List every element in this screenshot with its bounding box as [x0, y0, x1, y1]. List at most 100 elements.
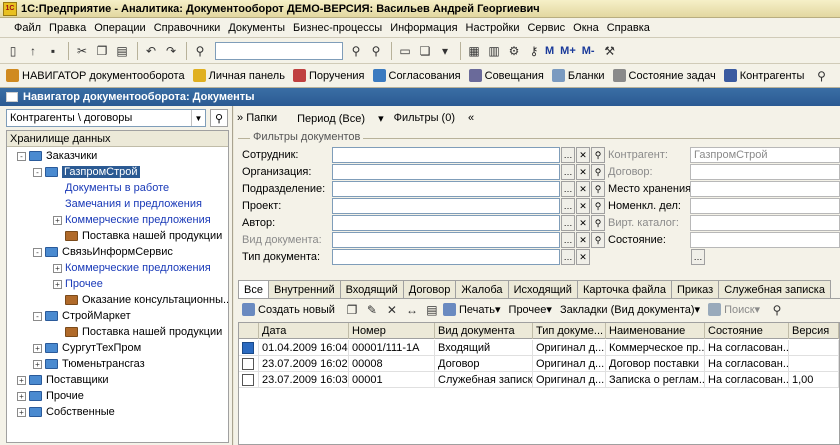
tree-item-commercial-1[interactable]: + Коммерческие предложения: [53, 212, 211, 228]
tree-item-stroymarket[interactable]: - СтройМаркет: [33, 308, 131, 324]
column-state[interactable]: Состояние: [705, 323, 789, 339]
nomenclature-field[interactable]: [690, 198, 840, 214]
contractor-field[interactable]: ГазпромСтрой: [690, 147, 840, 163]
tree-item-own[interactable]: + Собственные: [17, 404, 115, 420]
select-icon[interactable]: …: [561, 232, 575, 248]
tab-file-card[interactable]: Карточка файла: [576, 280, 672, 298]
search-input[interactable]: [215, 41, 343, 60]
memory-minus-button[interactable]: M-: [582, 45, 595, 57]
other-button[interactable]: Прочее ▾: [509, 303, 552, 317]
copy-icon[interactable]: ❐: [343, 301, 361, 319]
column-version[interactable]: Версия: [789, 323, 839, 339]
nav-navigator[interactable]: НАВИГАТОР документооборота: [6, 69, 185, 82]
nav-task-status[interactable]: Состояние задач: [612, 69, 716, 82]
expand-icon[interactable]: +: [17, 375, 26, 385]
folders-toggle[interactable]: » Папки: [237, 112, 287, 124]
bookmarks-button[interactable]: Закладки (Вид документа) ▾: [560, 303, 700, 317]
collapse-icon[interactable]: -: [33, 311, 42, 321]
clear-icon[interactable]: ✕: [576, 215, 590, 231]
tree-item-consulting[interactable]: Оказание консультационны...: [65, 292, 228, 308]
collapse-icon[interactable]: -: [33, 167, 42, 177]
period-dropdown[interactable]: Период (Все) ▾: [297, 112, 384, 125]
select-icon[interactable]: …: [561, 181, 575, 197]
doc-type-field[interactable]: [332, 249, 560, 265]
windows-icon[interactable]: ❏: [416, 42, 434, 60]
state-field[interactable]: [690, 232, 840, 248]
create-new-button[interactable]: Создать новый: [242, 303, 335, 316]
tree-item-suppliers[interactable]: + Поставщики: [17, 372, 109, 388]
tree-item-tyumentransgaz[interactable]: + Тюменьтрансгаз: [33, 356, 145, 372]
column-doc-kind[interactable]: Вид документа: [435, 323, 533, 339]
select-icon[interactable]: …: [561, 198, 575, 214]
tree-item-commercial-2[interactable]: + Коммерческие предложения: [53, 260, 211, 276]
tree-item-others[interactable]: + Прочие: [17, 388, 84, 404]
tab-contract[interactable]: Договор: [402, 280, 457, 298]
calendar-icon[interactable]: ▥: [485, 42, 503, 60]
table-row[interactable]: 01.04.2009 16:04 00001/111-1А Входящий О…: [239, 340, 839, 356]
search-icon[interactable]: ⚲: [591, 164, 605, 180]
memory-plus-button[interactable]: M+: [560, 45, 576, 57]
save-icon[interactable]: ▪: [44, 42, 62, 60]
tree-item-supply-2[interactable]: Поставка нашей продукции: [65, 324, 222, 340]
employee-field[interactable]: [332, 147, 560, 163]
calculator-icon[interactable]: ▦: [465, 42, 483, 60]
nav-approvals[interactable]: Согласования: [372, 69, 461, 82]
search-icon[interactable]: ⚲: [591, 215, 605, 231]
search-icon[interactable]: ⚲: [591, 147, 605, 163]
window-icon[interactable]: ▭: [396, 42, 414, 60]
copy-icon[interactable]: ❐: [93, 42, 111, 60]
menu-service[interactable]: Сервис: [527, 22, 565, 34]
find-icon[interactable]: ⚲: [768, 301, 786, 319]
find-icon[interactable]: ⚲: [347, 42, 365, 60]
menu-info[interactable]: Информация: [390, 22, 457, 34]
select-icon[interactable]: …: [561, 164, 575, 180]
select-icon[interactable]: …: [561, 249, 575, 265]
search-icon[interactable]: ⚲: [591, 198, 605, 214]
hammer-icon[interactable]: ⚒: [601, 42, 619, 60]
menu-windows[interactable]: Окна: [573, 22, 599, 34]
menu-processes[interactable]: Бизнес-процессы: [293, 22, 382, 34]
nav-personal-panel[interactable]: Личная панель: [192, 69, 285, 82]
select-icon[interactable]: …: [691, 249, 705, 265]
chevron-down-icon[interactable]: ▼: [191, 110, 205, 126]
tree-item-remarks[interactable]: Замечания и предложения: [65, 196, 202, 212]
table-row[interactable]: 23.07.2009 16:03 00001 Служебная записка…: [239, 372, 839, 388]
column-name[interactable]: Наименование: [606, 323, 705, 339]
tree-item-gazpromstroy[interactable]: - ГазпромСтрой: [33, 164, 140, 180]
menu-file[interactable]: Файл: [14, 22, 41, 34]
menu-documents[interactable]: Документы: [228, 22, 285, 34]
tree-search-icon[interactable]: ⚲: [210, 109, 228, 127]
doc-kind-field[interactable]: [332, 232, 560, 248]
select-icon[interactable]: …: [561, 147, 575, 163]
list-icon[interactable]: ▤: [423, 301, 441, 319]
menu-operations[interactable]: Операции: [94, 22, 145, 34]
keys-icon[interactable]: ⚷: [525, 42, 543, 60]
column-doc-type[interactable]: Тип докуме...: [533, 323, 606, 339]
column-date[interactable]: Дата: [259, 323, 349, 339]
contractor-selector[interactable]: Контрагенты \ договоры ▼: [6, 109, 206, 127]
table-row[interactable]: 23.07.2009 16:02 00008 Договор Оригинал …: [239, 356, 839, 372]
cut-icon[interactable]: ✂: [73, 42, 91, 60]
department-field[interactable]: [332, 181, 560, 197]
edit-icon[interactable]: ✎: [363, 301, 381, 319]
expand-icon[interactable]: +: [53, 215, 62, 225]
menu-edit[interactable]: Правка: [49, 22, 86, 34]
expand-icon[interactable]: +: [17, 407, 26, 417]
tree-item-docs-in-work[interactable]: Документы в работе: [65, 180, 169, 196]
refresh-icon[interactable]: ↔: [403, 301, 421, 319]
clear-icon[interactable]: ✕: [576, 232, 590, 248]
dropdown-icon[interactable]: ▾: [436, 42, 454, 60]
delete-icon[interactable]: ✕: [383, 301, 401, 319]
binoculars-icon[interactable]: ⚲: [191, 42, 209, 60]
tab-incoming[interactable]: Входящий: [339, 280, 404, 298]
clear-icon[interactable]: ✕: [576, 198, 590, 214]
menu-help[interactable]: Справка: [607, 22, 650, 34]
tab-internal[interactable]: Внутренний: [267, 280, 341, 298]
tab-complaint[interactable]: Жалоба: [455, 280, 509, 298]
tab-memo[interactable]: Служебная записка: [718, 280, 831, 298]
expand-icon[interactable]: +: [33, 343, 42, 353]
menu-settings[interactable]: Настройки: [466, 22, 520, 34]
nav-tasks[interactable]: Поручения: [292, 69, 365, 82]
nav-meetings[interactable]: Совещания: [468, 69, 544, 82]
expand-icon[interactable]: +: [33, 359, 42, 369]
